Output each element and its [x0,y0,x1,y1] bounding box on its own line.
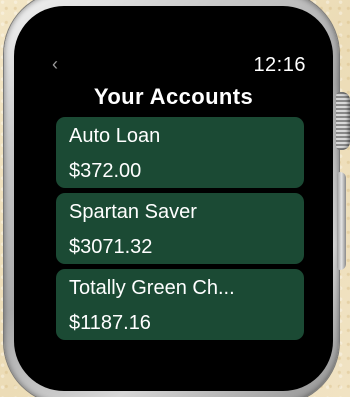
side-button[interactable] [337,172,346,270]
status-time: 12:16 [253,54,306,76]
account-balance: $3071.32 [69,237,153,257]
chevron-left-icon[interactable]: ‹ [52,55,58,73]
page-title: Your Accounts [93,84,254,109]
account-list: Auto Loan $372.00 Spartan Saver $3071.32… [56,117,304,345]
account-card-totally-green-checking[interactable]: Totally Green Ch... $1187.16 [56,269,304,340]
watch-screen: ‹ 12:16 Your Accounts Auto Loan $372.00 … [14,6,333,391]
account-card-spartan-saver[interactable]: Spartan Saver $3071.32 [56,193,304,264]
account-balance: $372.00 [69,161,142,181]
account-card-auto-loan[interactable]: Auto Loan $372.00 [56,117,304,188]
digital-crown[interactable] [336,92,350,150]
account-name: Spartan Saver [69,202,197,222]
account-name: Totally Green Ch... [69,278,235,298]
account-balance: $1187.16 [69,313,151,333]
account-name: Auto Loan [69,126,161,146]
